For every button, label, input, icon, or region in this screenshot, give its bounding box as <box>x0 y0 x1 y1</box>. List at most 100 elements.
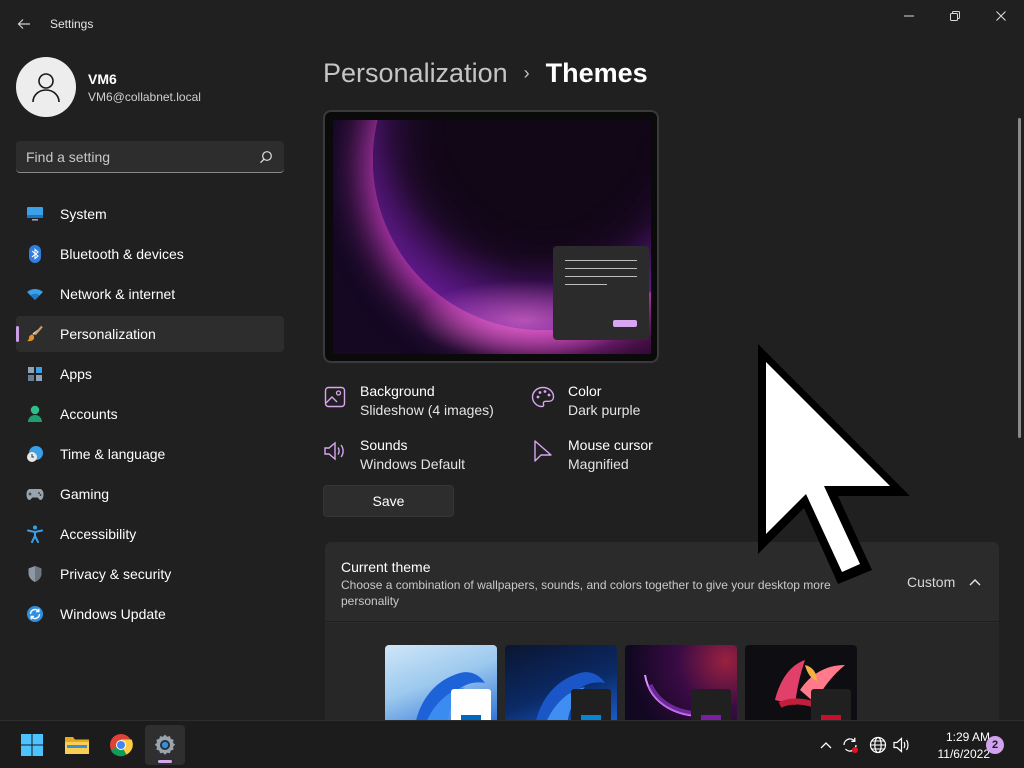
back-button[interactable] <box>8 9 40 39</box>
color-title: Color <box>568 383 602 399</box>
mouse-cursor-setting[interactable]: Mouse cursor Magnified <box>531 437 653 472</box>
sidebar-item-label: Privacy & security <box>60 566 172 582</box>
shield-icon <box>26 565 44 583</box>
scrollbar[interactable] <box>1018 118 1021 438</box>
wifi-icon <box>26 285 44 303</box>
sidebar-item-network[interactable]: Network & internet <box>16 276 284 312</box>
color-value: Dark purple <box>568 402 641 418</box>
search-icon[interactable] <box>258 149 274 165</box>
theme-thumbnail-glow[interactable] <box>625 645 737 722</box>
background-setting[interactable]: Background Slideshow (4 images) <box>323 383 494 418</box>
active-app-indicator <box>158 760 172 763</box>
bluetooth-icon <box>26 245 44 263</box>
cursor-icon <box>531 439 555 463</box>
account-icon <box>26 405 44 423</box>
clock-time: 1:29 AM <box>945 730 990 744</box>
sidebar-item-label: Network & internet <box>60 286 176 302</box>
save-button[interactable]: Save <box>323 485 454 517</box>
app-title: Settings <box>50 17 94 31</box>
taskbar-file-explorer[interactable] <box>57 725 97 765</box>
sidebar-item-accounts[interactable]: Accounts <box>16 396 284 432</box>
theme-preview <box>323 110 659 363</box>
breadcrumb-parent[interactable]: Personalization <box>323 58 508 89</box>
apps-icon <box>26 365 44 383</box>
monitor-icon <box>26 205 44 223</box>
avatar <box>16 57 76 117</box>
profile-email: VM6@collabnet.local <box>88 89 201 104</box>
sidebar-item-accessibility[interactable]: Accessibility <box>16 516 284 552</box>
chevron-up-icon[interactable] <box>816 735 836 755</box>
sidebar-item-windows-update[interactable]: Windows Update <box>16 596 284 632</box>
theme-thumbnail-windows-light[interactable] <box>385 645 497 722</box>
sidebar-item-label: Bluetooth & devices <box>60 246 184 262</box>
windows-logo-icon <box>21 734 43 756</box>
notification-badge[interactable]: 2 <box>986 736 1004 754</box>
brush-icon <box>26 325 44 343</box>
minimize-button[interactable] <box>886 0 932 32</box>
sidebar-item-label: Windows Update <box>60 606 166 622</box>
search-input[interactable] <box>26 148 258 165</box>
sounds-setting[interactable]: Sounds Windows Default <box>323 437 465 472</box>
current-theme-title: Current theme <box>341 559 431 575</box>
sidebar-item-label: System <box>60 206 107 222</box>
accent-button-preview <box>613 320 637 327</box>
close-button[interactable] <box>978 0 1024 32</box>
person-icon <box>32 73 60 103</box>
user-profile[interactable]: VM6 VM6@collabnet.local <box>16 57 201 117</box>
close-icon <box>996 11 1006 21</box>
start-button[interactable] <box>12 725 52 765</box>
sidebar-item-label: Accounts <box>60 406 118 422</box>
taskbar-chrome[interactable] <box>101 725 141 765</box>
current-theme-header[interactable]: Current theme Choose a combination of wa… <box>325 542 999 622</box>
theme-thumbnail-captured-motion[interactable] <box>745 645 857 722</box>
sounds-value: Windows Default <box>360 456 466 472</box>
update-icon <box>26 605 44 623</box>
current-theme-value: Custom <box>907 574 956 590</box>
image-icon <box>323 385 347 409</box>
folder-icon <box>65 737 89 754</box>
taskbar: 1:29 AM 11/6/2022 2 <box>0 720 1024 768</box>
sidebar-item-label: Apps <box>60 366 92 382</box>
search-box[interactable] <box>16 141 284 173</box>
breadcrumb-separator: › <box>523 63 530 83</box>
sidebar-item-label: Accessibility <box>60 526 137 542</box>
clock-globe-icon <box>26 445 44 463</box>
restore-icon <box>950 11 960 21</box>
chevron-up-icon[interactable] <box>965 572 985 592</box>
sidebar-item-system[interactable]: System <box>16 196 284 232</box>
mouse-cursor-value: Magnified <box>568 456 629 472</box>
color-setting[interactable]: Color Dark purple <box>531 383 640 418</box>
taskbar-clock[interactable]: 1:29 AM 11/6/2022 <box>918 729 991 763</box>
globe-icon[interactable] <box>868 735 888 755</box>
current-theme-panel: Current theme Choose a combination of wa… <box>325 542 999 722</box>
accessibility-icon <box>26 525 44 543</box>
theme-thumbnail-windows-dark[interactable] <box>505 645 617 722</box>
sidebar-item-personalization[interactable]: Personalization <box>16 316 284 352</box>
window-preview <box>553 246 649 340</box>
restore-button[interactable] <box>932 0 978 32</box>
mouse-cursor-title: Mouse cursor <box>568 437 653 453</box>
sidebar-item-label: Time & language <box>60 446 166 462</box>
background-value: Slideshow (4 images) <box>360 402 494 418</box>
sync-icon[interactable] <box>840 735 860 755</box>
sidebar-item-apps[interactable]: Apps <box>16 356 284 392</box>
sidebar-item-label: Gaming <box>60 486 110 502</box>
sidebar-item-bluetooth[interactable]: Bluetooth & devices <box>16 236 284 272</box>
speaker-icon <box>323 439 347 463</box>
background-title: Background <box>360 383 435 399</box>
arrow-left-icon <box>17 19 30 29</box>
sounds-title: Sounds <box>360 437 408 453</box>
gamepad-icon <box>26 485 44 503</box>
sidebar-item-label: Personalization <box>60 326 156 342</box>
theme-mini-window <box>691 689 731 722</box>
sidebar-item-privacy-security[interactable]: Privacy & security <box>16 556 284 592</box>
sidebar-item-gaming[interactable]: Gaming <box>16 476 284 512</box>
taskbar-settings[interactable] <box>145 725 185 765</box>
volume-icon[interactable] <box>892 735 912 755</box>
theme-mini-window <box>451 689 491 722</box>
sidebar-item-time-language[interactable]: Time & language <box>16 436 284 472</box>
minimize-icon <box>904 15 914 17</box>
theme-mini-window <box>811 689 851 722</box>
clock-date: 11/6/2022 <box>937 747 991 761</box>
profile-name: VM6 <box>88 70 117 87</box>
